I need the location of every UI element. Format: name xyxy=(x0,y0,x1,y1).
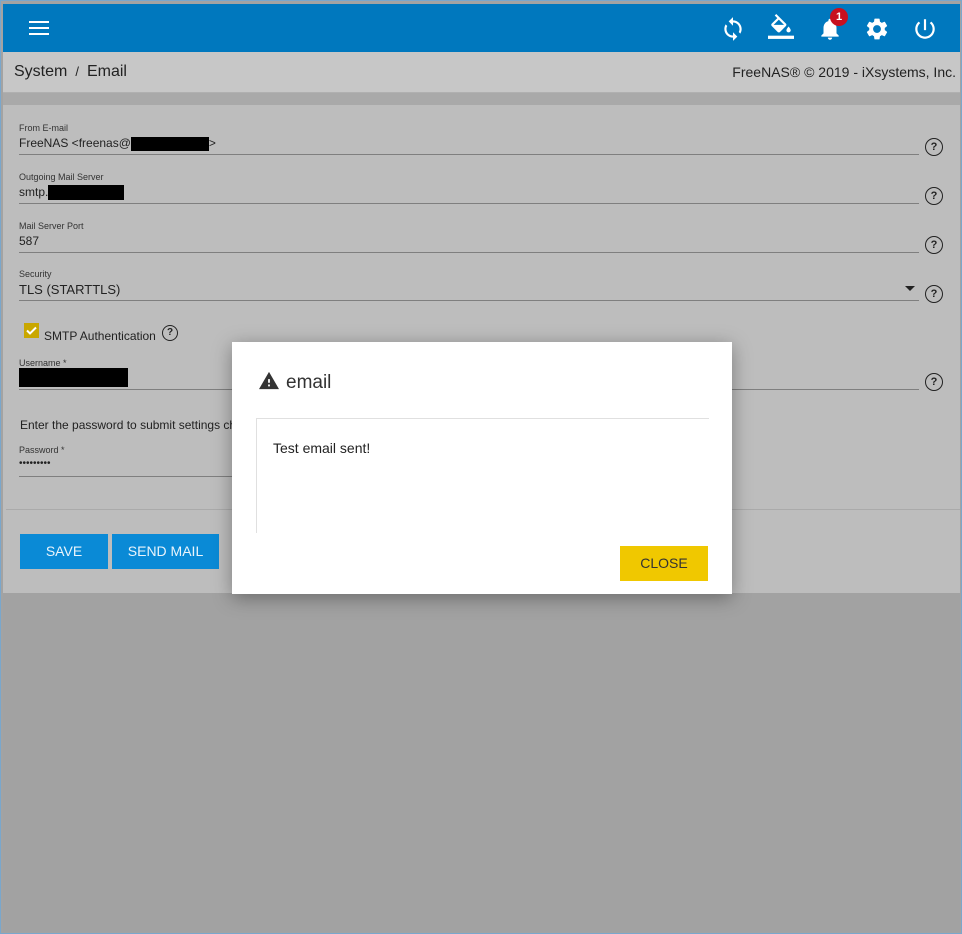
breadcrumb-email: Email xyxy=(86,63,127,80)
send-mail-button[interactable]: SEND MAIL xyxy=(112,534,219,569)
from-email-value: FreeNAS <freenas@ xyxy=(19,136,131,150)
content-strip xyxy=(3,93,960,105)
redacted-block xyxy=(130,136,209,151)
power-icon[interactable] xyxy=(912,16,938,42)
save-button[interactable]: SAVE xyxy=(20,534,108,569)
help-icon[interactable]: ? xyxy=(925,285,943,303)
page-background xyxy=(3,593,960,932)
help-icon[interactable]: ? xyxy=(925,138,943,156)
mail-server-value: smtp. xyxy=(19,185,49,199)
help-icon[interactable]: ? xyxy=(925,373,943,391)
dialog-content: Test email sent! xyxy=(256,418,709,533)
redacted-block xyxy=(48,185,125,201)
breadcrumb-separator: / xyxy=(75,64,79,79)
password-field[interactable]: Password * ••••••••• xyxy=(19,445,234,477)
mail-server-label: Outgoing Mail Server xyxy=(19,172,104,182)
warning-icon xyxy=(259,371,279,390)
dialog-message: Test email sent! xyxy=(273,440,371,456)
redacted-block xyxy=(19,368,128,387)
copyright-text: FreeNAS® © 2019 - iXsystems, Inc. xyxy=(732,64,956,80)
mail-port-field[interactable]: Mail Server Port 587 xyxy=(19,221,919,253)
security-select[interactable]: Security TLS (STARTTLS) xyxy=(19,269,919,301)
smtp-auth-label: SMTP Authentication xyxy=(44,329,156,343)
breadcrumb-system[interactable]: System xyxy=(14,63,67,80)
mail-server-field[interactable]: Outgoing Mail Server smtp. xyxy=(19,172,919,204)
help-icon[interactable]: ? xyxy=(925,187,943,205)
chevron-down-icon[interactable] xyxy=(905,286,915,291)
breadcrumb-bar: System / Email FreeNAS® © 2019 - iXsystems… xyxy=(3,52,960,93)
gear-icon[interactable] xyxy=(864,16,890,42)
from-email-suffix: > xyxy=(208,136,216,150)
breadcrumb: System / Email xyxy=(14,63,127,81)
mail-port-value: 587 xyxy=(19,234,919,253)
close-button[interactable]: CLOSE xyxy=(620,546,708,581)
dialog-title-text: email xyxy=(286,372,332,393)
password-note: Enter the password to submit settings ch xyxy=(20,418,237,432)
email-dialog: email Test email sent! CLOSE xyxy=(232,342,732,594)
notification-badge: 1 xyxy=(830,8,848,26)
smtp-auth-checkbox[interactable] xyxy=(24,323,39,338)
password-label: Password * xyxy=(19,445,65,455)
security-value: TLS (STARTTLS) xyxy=(19,282,121,297)
security-label: Security xyxy=(19,269,52,279)
hamburger-menu-icon[interactable] xyxy=(27,17,51,39)
paint-bucket-icon[interactable] xyxy=(768,14,794,40)
from-email-field[interactable]: From E-mail FreeNAS <freenas@ > xyxy=(19,123,919,155)
help-icon[interactable]: ? xyxy=(162,325,178,341)
password-value: ••••••••• xyxy=(19,458,234,477)
mail-port-label: Mail Server Port xyxy=(19,221,84,231)
dialog-title: email xyxy=(258,370,331,394)
from-email-label: From E-mail xyxy=(19,123,68,133)
help-icon[interactable]: ? xyxy=(925,236,943,254)
refresh-icon[interactable] xyxy=(720,16,746,42)
